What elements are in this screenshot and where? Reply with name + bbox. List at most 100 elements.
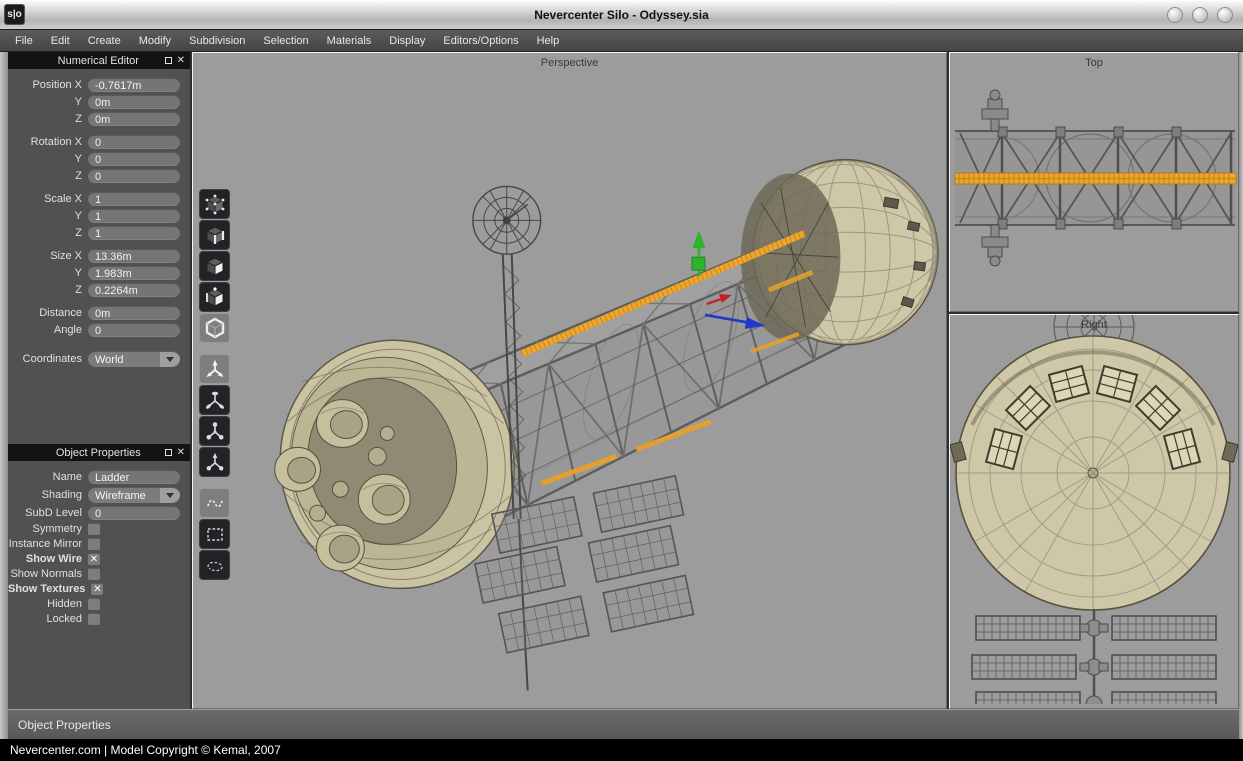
object-properties-panel: Object Properties ✕ NameLadder Shading bbox=[8, 444, 190, 634]
selected-ladder-top[interactable] bbox=[955, 173, 1236, 184]
lasso-select-button[interactable] bbox=[199, 550, 230, 580]
object-properties-title: Object Properties bbox=[32, 447, 165, 459]
chevron-down-icon bbox=[160, 352, 180, 367]
rotation-y-field[interactable]: 0 bbox=[88, 152, 180, 166]
model-command-sphere bbox=[741, 160, 938, 345]
position-x-field[interactable]: -0.7617m bbox=[88, 78, 180, 92]
menu-modify[interactable]: Modify bbox=[130, 30, 180, 52]
distance-field[interactable]: 0m bbox=[88, 306, 180, 320]
app-window: s|o Nevercenter Silo - Odyssey.sia File … bbox=[0, 0, 1243, 761]
menubar: File Edit Create Modify Subdivision Sele… bbox=[0, 30, 1243, 52]
menu-selection[interactable]: Selection bbox=[254, 30, 317, 52]
instance-mirror-label: Instance Mirror bbox=[8, 538, 88, 550]
right-viewport[interactable]: Right bbox=[949, 314, 1239, 709]
menu-materials[interactable]: Materials bbox=[318, 30, 381, 52]
locked-label: Locked bbox=[8, 613, 88, 625]
position-y-field[interactable]: 0m bbox=[88, 95, 180, 109]
copyright-text: Nevercenter.com | Model Copyright © Kema… bbox=[10, 743, 281, 757]
menu-edit[interactable]: Edit bbox=[42, 30, 79, 52]
rotation-x-field[interactable]: 0 bbox=[88, 135, 180, 149]
top-viewport-label: Top bbox=[950, 57, 1238, 69]
numerical-editor-titlebar[interactable]: Numerical Editor ✕ bbox=[8, 52, 190, 69]
rotate-tool-button[interactable] bbox=[199, 385, 230, 415]
statusbar: Object Properties bbox=[8, 709, 1239, 739]
scale-tool-button[interactable] bbox=[199, 416, 230, 446]
shading-dropdown[interactable]: Wireframe bbox=[88, 487, 180, 503]
rotation-y-label: Y bbox=[8, 153, 88, 165]
perspective-viewport[interactable]: Perspective bbox=[192, 52, 947, 709]
menu-subdivision[interactable]: Subdivision bbox=[180, 30, 254, 52]
window-frame-left bbox=[0, 52, 8, 739]
numerical-editor-panel: Numerical Editor ✕ Position X-0.7617m Y0… bbox=[8, 52, 190, 376]
hidden-checkbox[interactable] bbox=[88, 598, 100, 610]
menu-editors-options[interactable]: Editors/Options bbox=[434, 30, 527, 52]
move-tool-button[interactable] bbox=[199, 354, 230, 384]
minimize-button[interactable] bbox=[1167, 7, 1183, 23]
size-x-label: Size X bbox=[8, 250, 88, 262]
tweak-select-button[interactable] bbox=[199, 488, 230, 518]
angle-field[interactable]: 0 bbox=[88, 323, 180, 337]
scale-z-field[interactable]: 1 bbox=[88, 226, 180, 240]
scale-x-field[interactable]: 1 bbox=[88, 192, 180, 206]
universal-tool-button[interactable] bbox=[199, 447, 230, 477]
show-textures-label: Show Textures bbox=[8, 583, 91, 595]
position-y-label: Y bbox=[8, 96, 88, 108]
window-frame-right bbox=[1239, 52, 1243, 739]
edge-mode-button[interactable] bbox=[199, 220, 230, 250]
marquee-select-button[interactable] bbox=[199, 519, 230, 549]
subd-level-field[interactable]: 0 bbox=[88, 506, 180, 520]
multi-mode-button[interactable] bbox=[199, 282, 230, 312]
name-label: Name bbox=[8, 471, 88, 483]
statusbar-text: Object Properties bbox=[18, 718, 111, 732]
perspective-viewport-label: Perspective bbox=[193, 57, 946, 69]
show-normals-label: Show Normals bbox=[8, 568, 88, 580]
shading-label: Shading bbox=[8, 489, 88, 501]
top-scene bbox=[950, 53, 1238, 311]
menu-create[interactable]: Create bbox=[79, 30, 130, 52]
face-mode-button[interactable] bbox=[199, 251, 230, 281]
vertex-mode-button[interactable] bbox=[199, 189, 230, 219]
model-sphere-front bbox=[950, 336, 1238, 610]
name-field[interactable]: Ladder bbox=[88, 470, 180, 484]
rotation-z-label: Z bbox=[8, 170, 88, 182]
close-button[interactable] bbox=[1217, 7, 1233, 23]
close-icon[interactable]: ✕ bbox=[177, 448, 185, 458]
menu-help[interactable]: Help bbox=[528, 30, 569, 52]
maximize-button[interactable] bbox=[1192, 7, 1208, 23]
object-mode-button[interactable] bbox=[199, 313, 230, 343]
menu-file[interactable]: File bbox=[6, 30, 42, 52]
close-icon[interactable]: ✕ bbox=[177, 56, 185, 66]
show-normals-checkbox[interactable] bbox=[88, 568, 100, 580]
detach-icon[interactable] bbox=[165, 449, 172, 456]
menu-display[interactable]: Display bbox=[380, 30, 434, 52]
right-viewport-label: Right bbox=[950, 319, 1238, 331]
shading-value: Wireframe bbox=[88, 488, 160, 503]
perspective-scene[interactable] bbox=[193, 53, 946, 701]
detach-icon[interactable] bbox=[165, 57, 172, 64]
show-wire-checkbox[interactable]: ✕ bbox=[88, 553, 100, 565]
symmetry-checkbox[interactable] bbox=[88, 523, 100, 535]
subd-level-label: SubD Level bbox=[8, 507, 88, 519]
size-z-label: Z bbox=[8, 284, 88, 296]
solar-array-front bbox=[972, 609, 1216, 704]
size-z-field[interactable]: 0.2264m bbox=[88, 283, 180, 297]
position-z-field[interactable]: 0m bbox=[88, 112, 180, 126]
angle-label: Angle bbox=[8, 324, 88, 336]
scale-y-label: Y bbox=[8, 210, 88, 222]
size-y-label: Y bbox=[8, 267, 88, 279]
scale-y-field[interactable]: 1 bbox=[88, 209, 180, 223]
distance-label: Distance bbox=[8, 307, 88, 319]
coordinates-dropdown[interactable]: World bbox=[88, 351, 180, 367]
object-properties-titlebar[interactable]: Object Properties ✕ bbox=[8, 444, 190, 461]
instance-mirror-checkbox[interactable] bbox=[88, 538, 100, 550]
size-x-field[interactable]: 13.36m bbox=[88, 249, 180, 263]
titlebar[interactable]: s|o Nevercenter Silo - Odyssey.sia bbox=[0, 0, 1243, 30]
show-textures-checkbox[interactable]: ✕ bbox=[91, 583, 103, 595]
locked-checkbox[interactable] bbox=[88, 613, 100, 625]
coordinates-label: Coordinates bbox=[8, 353, 88, 365]
top-viewport[interactable]: Top bbox=[949, 52, 1239, 312]
rotation-z-field[interactable]: 0 bbox=[88, 169, 180, 183]
right-scene bbox=[950, 315, 1238, 704]
size-y-field[interactable]: 1.983m bbox=[88, 266, 180, 280]
scale-x-label: Scale X bbox=[8, 193, 88, 205]
